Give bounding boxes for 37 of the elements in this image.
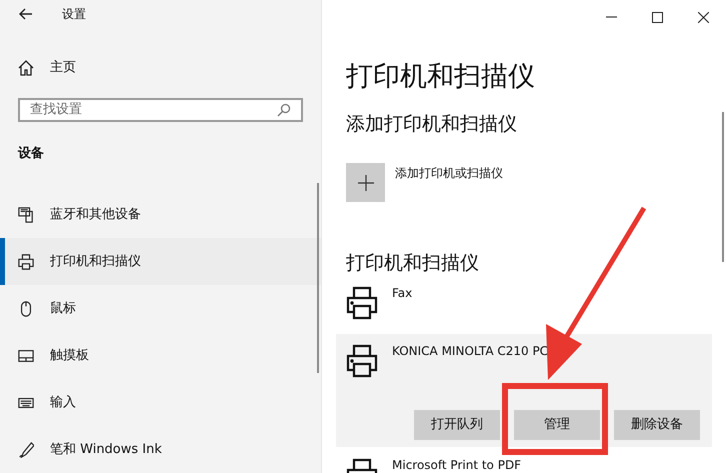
printer-item[interactable]: Microsoft Print to PDF [336,456,712,473]
page-title: 打印机和扫描仪 [346,60,536,94]
home-icon [18,60,34,76]
printer-action-button[interactable]: 管理 [514,410,600,440]
section-heading: 设备 [18,144,45,162]
touchpad-icon [18,348,34,364]
window-title: 设置 [62,6,86,23]
printer-name: Fax [392,286,412,300]
search-icon [277,102,291,117]
back-arrow-icon [19,8,33,20]
pen-icon [18,442,34,458]
nav-item[interactable]: 输入 [0,379,321,426]
mouse-icon [18,300,34,316]
section-heading: 打印机和扫描仪 [346,251,480,276]
nav-item[interactable]: 笔和 Windows Ink [0,426,321,473]
search-field[interactable]: 查找设置 [18,98,303,122]
printer-name: Microsoft Print to PDF [392,458,522,472]
add-printer-label[interactable]: 添加打印机或扫描仪 [395,164,503,182]
printer-action-button[interactable]: 删除设备 [614,410,700,440]
printer-action-button[interactable]: 打开队列 [414,410,500,440]
search-input[interactable]: 查找设置 [30,100,277,120]
printer-item[interactable]: Fax [336,284,712,322]
devices-icon [18,206,34,222]
home-nav-item[interactable]: 主页 [0,58,321,78]
section-heading: 添加打印机和扫描仪 [346,112,518,137]
maximize-icon [652,12,662,22]
plus-icon [358,174,374,190]
close-icon [698,12,708,22]
nav-item[interactable]: 打印机和扫描仪 [0,238,321,285]
nav-item[interactable]: 鼠标 [0,285,321,332]
nav-item[interactable]: 蓝牙和其他设备 [0,191,321,238]
printer-icon [346,344,378,378]
add-button[interactable] [346,163,385,202]
printer-icon [18,254,34,270]
minimize-icon [606,16,616,18]
nav-item[interactable]: 触摸板 [0,332,321,379]
printer-icon [346,286,378,320]
